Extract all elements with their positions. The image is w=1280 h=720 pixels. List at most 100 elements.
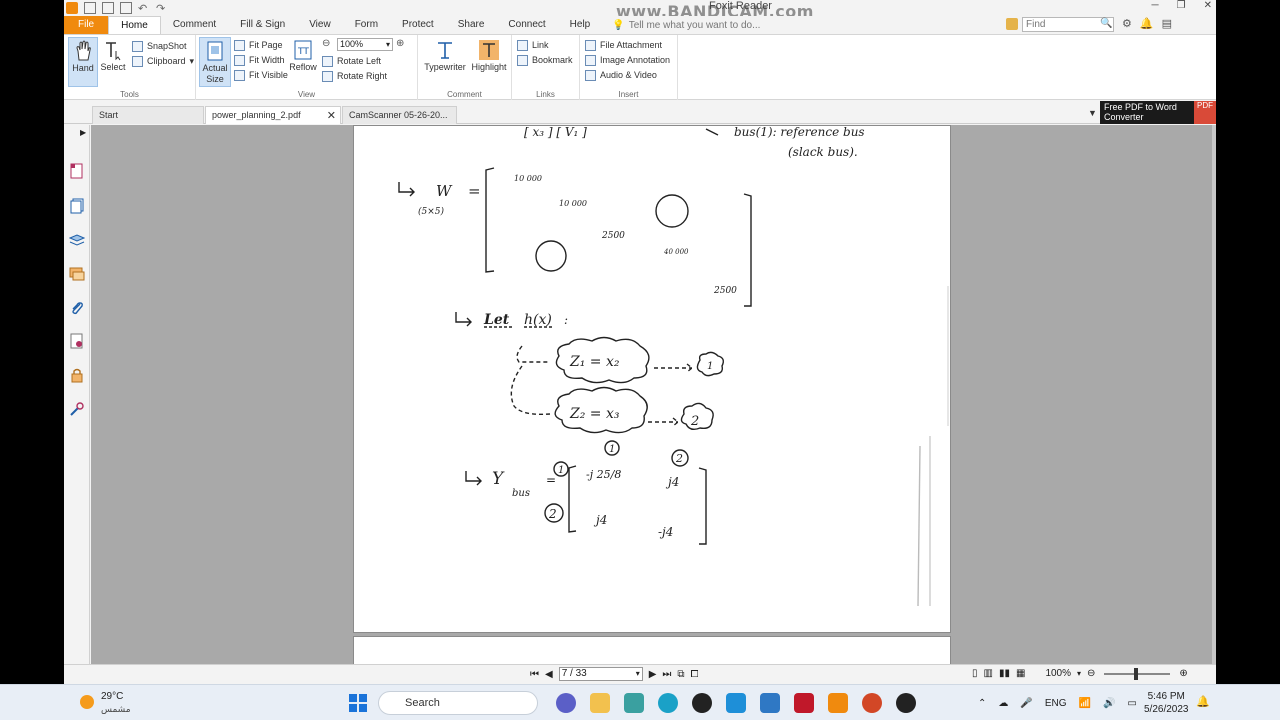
print-icon[interactable] [120,2,132,14]
clock[interactable]: 5:46 PM 5/26/2023 [1144,690,1189,716]
fit-visible-button[interactable]: Fit Visible [234,68,288,82]
last-page-icon[interactable]: ⏭ [662,669,671,680]
mcafee-icon[interactable] [794,693,814,713]
zoom-slider[interactable] [1104,667,1171,680]
tab-power-planning[interactable]: power_planning_2.pdf ✕ [205,106,341,124]
image-annotation-button[interactable]: Image Annotation [585,53,670,67]
menu-help[interactable]: Help [558,16,603,34]
link-button[interactable]: Link [517,38,549,52]
audio-video-button[interactable]: Audio & Video [585,68,657,82]
powerpoint-icon[interactable] [862,693,882,713]
windows-start-icon[interactable] [348,693,368,713]
menu-comment[interactable]: Comment [161,16,228,34]
undo-icon[interactable]: ↶ [138,2,150,15]
expand-panel-icon[interactable]: ▶ [80,128,86,137]
snipping-tool-icon[interactable] [624,693,644,713]
menu-protect[interactable]: Protect [390,16,446,34]
pages-icon[interactable] [69,198,85,214]
close-tab-icon[interactable]: ✕ [327,109,336,122]
settings-icon[interactable]: ⚙ [1122,17,1132,30]
layers-icon[interactable] [69,232,85,248]
file-attachment-button[interactable]: File Attachment [585,38,662,52]
page-number-input[interactable]: 7 / 33 ▾ [558,667,643,681]
redo-icon[interactable]: ↷ [156,2,168,15]
lock-icon[interactable] [69,367,85,383]
foxit-taskbar-icon[interactable] [828,693,848,713]
restore-button[interactable]: ❐ [1177,0,1186,11]
find-folder-icon[interactable] [1006,18,1018,30]
file-explorer-icon[interactable] [590,693,610,713]
tools-icon[interactable] [69,401,85,417]
fit-page-button[interactable]: Fit Page [234,38,283,52]
paste-page-icon[interactable]: ⧠ [691,669,699,680]
zoom-out-icon[interactable]: ⊖ [1087,668,1095,679]
vertical-scrollbar[interactable] [1212,125,1216,664]
bandicam-icon[interactable] [896,693,916,713]
highlight-button[interactable]: Highlight [470,37,508,87]
edge-icon[interactable] [658,693,678,713]
typewriter-button[interactable]: Typewriter [422,37,468,87]
reflow-button[interactable]: TT Reflow [288,37,318,87]
notification-icon[interactable]: 🔔 [1196,695,1210,708]
wifi-icon[interactable]: 📶 [1079,698,1091,709]
open-icon[interactable] [84,2,96,14]
first-page-icon[interactable]: ⏮ [530,669,539,680]
sun-icon[interactable] [80,695,94,709]
minimize-button[interactable]: ─ [1152,0,1159,11]
hand-button[interactable]: Hand [68,37,98,87]
continuous-page-icon[interactable]: ▥ [984,668,993,679]
facing-page-icon[interactable]: ▮▮ [999,668,1010,679]
signature-icon[interactable] [69,333,85,349]
menu-form[interactable]: Form [343,16,390,34]
clipboard-button[interactable]: Clipboard ▾ [132,54,194,68]
menu-view[interactable]: View [297,16,343,34]
attachment-icon[interactable] [69,300,85,316]
volume-icon[interactable]: 🔊 [1103,698,1115,709]
zoom-out-icon[interactable]: ⊖ [322,38,330,49]
bookmark-button[interactable]: Bookmark [517,53,573,67]
taskbar-search[interactable]: Search [378,691,538,715]
chevron-up-icon[interactable]: ⌃ [978,698,986,709]
bell-icon[interactable]: 🔔 [1140,17,1154,30]
zoom-in-icon[interactable]: ⊕ [1179,668,1187,679]
zoom-slider-thumb[interactable] [1134,667,1139,680]
search-icon[interactable]: 🔍 [1100,18,1112,29]
select-button[interactable]: Select [98,37,128,87]
prev-page-icon[interactable]: ◀ [545,669,553,680]
rotate-right-button[interactable]: Rotate Right [322,69,387,83]
save-icon[interactable] [102,2,114,14]
zoom-in-icon[interactable]: ⊕ [396,38,404,49]
collapse-ribbon-icon[interactable]: ▤ [1162,17,1172,30]
zoom-percentage[interactable]: 100% [1045,668,1071,679]
store-icon[interactable] [760,693,780,713]
battery-icon[interactable]: ▭ [1127,698,1136,709]
fit-width-button[interactable]: Fit Width [234,53,285,67]
menu-file[interactable]: File [64,16,109,34]
weather-temp[interactable]: 29°C [101,691,123,702]
tab-camscanner[interactable]: CamScanner 05-26-20... [342,106,457,124]
microphone-icon[interactable]: 🎤 [1020,698,1032,709]
page-thumbnail-icon[interactable] [69,163,85,179]
close-window-button[interactable]: ✕ [1204,0,1212,11]
language-indicator[interactable]: ENG [1045,698,1067,709]
chevron-down-icon[interactable]: ▾ [1077,669,1081,678]
dell-icon[interactable] [692,693,712,713]
ad-banner[interactable]: Free PDF to Word Converter PDF [1100,101,1216,124]
rotate-left-button[interactable]: Rotate Left [322,54,381,68]
menu-home[interactable]: Home [108,16,161,34]
comments-icon[interactable] [69,266,85,282]
tab-list-chevron-icon[interactable]: ▼ [1088,108,1097,118]
menu-connect[interactable]: Connect [496,16,557,34]
tab-start[interactable]: Start [92,106,204,124]
app-icon[interactable] [726,693,746,713]
cloud-icon[interactable]: ☁ [998,698,1008,709]
tell-me-box[interactable]: 💡 Tell me what you want to do... [612,16,760,34]
continuous-facing-icon[interactable]: ▦ [1016,668,1025,679]
meet-icon[interactable] [556,693,576,713]
menu-share[interactable]: Share [446,16,497,34]
copy-page-icon[interactable]: ⧉ [677,669,684,680]
document-canvas[interactable]: [ x₃ ] [ V₁ ] bus(1): reference bus (sla… [91,125,1216,664]
next-page-icon[interactable]: ▶ [649,669,657,680]
zoom-combo[interactable]: 100% ▾ [337,38,393,51]
single-page-icon[interactable]: ▯ [972,668,978,679]
